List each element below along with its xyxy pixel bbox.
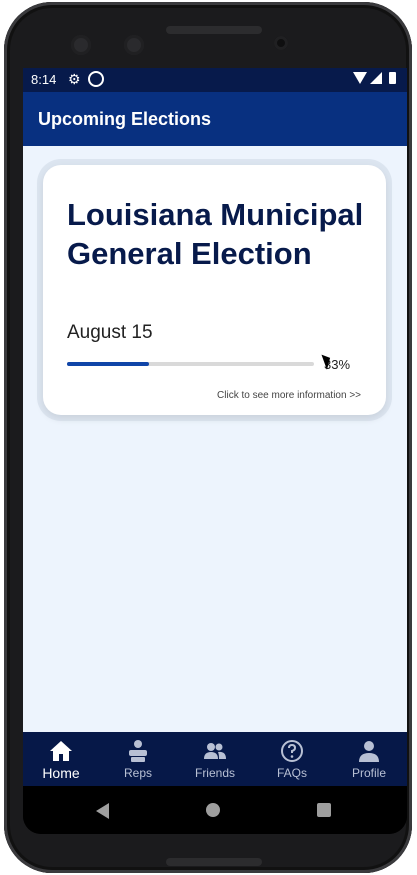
back-icon[interactable] xyxy=(96,803,109,819)
nav-friends[interactable]: Friends xyxy=(177,732,253,786)
friends-icon xyxy=(204,743,226,759)
bottom-nav: Home Reps Friends FAQs Profile xyxy=(23,732,407,786)
election-date: August 15 xyxy=(67,322,153,343)
gear-icon: ⚙ xyxy=(68,71,81,87)
page-title: Upcoming Elections xyxy=(38,109,212,129)
screen: 8:14 ⚙ Upcoming Elections Louisiana Muni… xyxy=(23,68,407,834)
recent-apps-icon[interactable] xyxy=(317,803,331,817)
earpiece-speaker xyxy=(166,26,262,34)
reps-icon xyxy=(129,740,147,762)
nav-label-profile: Profile xyxy=(351,766,386,780)
nav-profile[interactable]: Profile xyxy=(331,732,407,786)
home-icon xyxy=(50,741,72,761)
help-icon xyxy=(281,740,303,762)
sync-icon xyxy=(88,71,104,87)
proximity-sensor xyxy=(274,36,288,50)
election-card[interactable]: Louisiana Municipal General Election Aug… xyxy=(43,165,386,415)
progress-fill xyxy=(67,362,149,366)
battery-icon xyxy=(389,72,396,84)
progress-bar xyxy=(67,362,314,366)
signal-icon xyxy=(370,72,382,84)
front-camera xyxy=(71,35,91,55)
nav-label-friends: Friends xyxy=(194,766,235,780)
home-button-icon[interactable] xyxy=(206,803,220,817)
nav-label-home: Home xyxy=(42,765,80,781)
bottom-speaker xyxy=(166,858,262,866)
person-icon xyxy=(359,741,379,762)
nav-label-faqs: FAQs xyxy=(276,766,307,780)
nav-home[interactable]: Home xyxy=(23,732,99,786)
main-content: Louisiana Municipal General Election Aug… xyxy=(23,146,407,732)
phone-frame: 8:14 ⚙ Upcoming Elections Louisiana Muni… xyxy=(4,2,412,873)
more-info-link[interactable]: Click to see more information >> xyxy=(217,390,361,401)
front-sensor xyxy=(124,35,144,55)
app-bar: Upcoming Elections xyxy=(23,92,407,146)
nav-label-reps: Reps xyxy=(123,766,152,780)
wifi-icon xyxy=(353,72,367,84)
election-title: Louisiana Municipal General Election xyxy=(67,197,364,271)
system-nav-bar xyxy=(23,786,407,834)
status-bar: 8:14 ⚙ xyxy=(23,68,407,92)
nav-reps[interactable]: Reps xyxy=(100,732,176,786)
nav-faqs[interactable]: FAQs xyxy=(254,732,330,786)
status-time: 8:14 xyxy=(31,72,57,87)
